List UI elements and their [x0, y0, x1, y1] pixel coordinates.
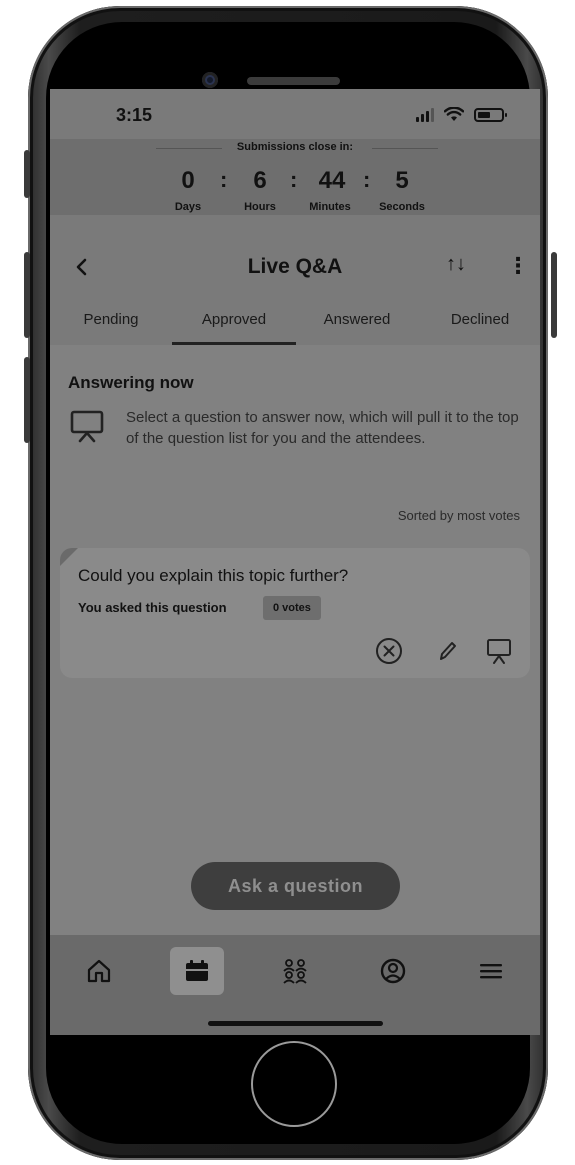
countdown-title: Submissions close in: [236, 141, 354, 153]
own-question-marker [60, 548, 78, 566]
attendees-icon [283, 959, 307, 984]
tab-approved[interactable]: Approved [172, 307, 296, 345]
countdown-seconds-label: Seconds [379, 201, 425, 213]
vote-count-badge: 0 votes [263, 596, 321, 620]
tab-answered[interactable]: Answered [312, 307, 402, 345]
countdown-separator: : [220, 167, 228, 192]
nav-menu[interactable] [464, 947, 518, 995]
volume-down-button [24, 357, 30, 443]
status-icons [416, 107, 507, 122]
tab-bar: Pending Approved Answered Declined [50, 307, 540, 345]
home-icon [87, 959, 111, 983]
nav-agenda[interactable] [170, 947, 224, 995]
power-button [551, 252, 557, 338]
status-bar: 3:15 [50, 89, 540, 139]
menu-icon [480, 964, 502, 979]
sort-note: Sorted by most votes [397, 508, 520, 523]
countdown-hours-label: Hours [244, 201, 276, 213]
nav-profile[interactable] [366, 947, 420, 995]
page-header: Live Q&A ↑↓ ⋮ Pending Approved Answered … [50, 215, 540, 345]
decline-icon[interactable] [374, 636, 404, 666]
earpiece-speaker [247, 77, 340, 85]
status-time: 3:15 [116, 105, 153, 125]
battery-icon [474, 108, 507, 122]
ask-question-button[interactable]: Ask a question [191, 862, 400, 910]
home-indicator [208, 1021, 383, 1026]
questions-panel: Answering now Select a question to answe… [50, 345, 540, 935]
countdown-minutes-label: Minutes [309, 201, 351, 213]
question-author-note: You asked this question [78, 600, 227, 615]
submission-countdown: Submissions close in: 0 : 6 : 44 : 5 Day… [50, 139, 540, 215]
page-title: Live Q&A [247, 255, 343, 278]
present-icon[interactable] [484, 636, 514, 666]
profile-icon [380, 958, 406, 984]
app-screen: 3:15 Submissions close in: 0 : 6 : 44 : … [50, 89, 540, 1035]
volume-up-button [24, 252, 30, 338]
more-options-icon[interactable]: ⋮ [507, 253, 529, 279]
front-camera-icon [202, 72, 218, 88]
question-text: Could you explain this topic further? [78, 566, 349, 585]
tab-label: Answered [323, 311, 391, 328]
edit-icon[interactable] [432, 636, 462, 666]
countdown-days: 0 [181, 167, 195, 194]
tab-pending[interactable]: Pending [70, 307, 152, 345]
question-card[interactable]: Could you explain this topic further? Yo… [60, 548, 530, 678]
tab-label: Declined [450, 311, 510, 328]
mute-switch [24, 150, 30, 198]
bottom-navigation [50, 935, 540, 1035]
nav-attendees[interactable] [268, 947, 322, 995]
agenda-icon [186, 960, 208, 981]
tab-declined[interactable]: Declined [440, 307, 520, 345]
nav-home[interactable] [72, 947, 126, 995]
countdown-separator: : [363, 167, 371, 192]
answering-now-hint: Select a question to answer now, which w… [126, 409, 519, 447]
tab-label: Approved [201, 311, 267, 328]
countdown-minutes: 44 [318, 167, 346, 194]
countdown-days-label: Days [174, 201, 202, 213]
countdown-hours: 6 [253, 167, 267, 194]
cellular-signal-icon [416, 108, 434, 122]
home-button[interactable] [251, 1041, 337, 1127]
countdown-separator: : [290, 167, 298, 192]
answering-now-title: Answering now [68, 373, 194, 392]
countdown-seconds: 5 [395, 167, 409, 194]
sort-icon[interactable]: ↑↓ [446, 253, 466, 276]
wifi-icon [444, 107, 464, 121]
presentation-icon [70, 410, 104, 443]
tab-label: Pending [83, 311, 139, 328]
